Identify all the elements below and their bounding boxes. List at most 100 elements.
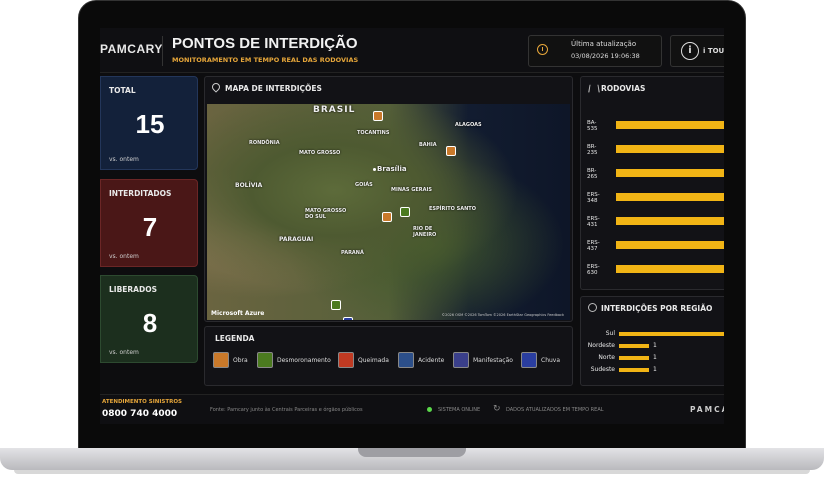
legend-label-desmoronamento: Desmoronamento [277, 357, 331, 364]
tour-button[interactable]: i i TOUR [670, 35, 724, 67]
card-liberados-label: LIBERADOS [109, 285, 157, 294]
map-label-paraguai: PARAGUAI [279, 236, 314, 243]
legend-title: LEGENDA [215, 334, 255, 343]
card-interditados: INTERDITADOS 7 vs. ontem [100, 179, 198, 267]
cone-icon [213, 352, 229, 368]
rodovia-label: ERS-431 [587, 216, 600, 228]
legend-label-acidente: Acidente [418, 357, 445, 364]
rodovia-label: ERS-630 [587, 264, 600, 276]
map-provider: Microsoft Azure [211, 310, 265, 317]
header-divider [162, 36, 163, 66]
last-update-label: Última atualização [571, 40, 637, 48]
card-liberados: LIBERADOS 8 vs. ontem [100, 275, 198, 363]
map-label-bolivia: BOLÍVIA [235, 182, 263, 189]
map-attribution[interactable]: ©2026 OSM ©2026 TomTom ©2026 EarthStar G… [442, 313, 564, 317]
rodovia-bar [616, 121, 724, 129]
data-source: Fonte: Pamcary junto às Centrais Parceir… [210, 407, 363, 413]
card-interditados-sub: vs. ontem [109, 253, 139, 260]
rodovia-bar [616, 217, 724, 225]
marker-obra-3[interactable] [382, 212, 392, 222]
last-update-box: Última atualização 03/08/2026 19:06:38 [528, 35, 662, 67]
refresh-icon: ↻ [493, 404, 501, 414]
page-subtitle: MONITORAMENTO EM TEMPO REAL DAS RODOVIAS [172, 56, 359, 64]
legend-label-manifestacao: Manifestação [473, 357, 513, 364]
legend-items: Obra Desmoronamento Queimada Acidente Ma… [213, 352, 573, 372]
realtime-status: DADOS ATUALIZADOS EM TEMPO REAL [506, 407, 604, 413]
regiao-bar-nordeste [619, 344, 649, 348]
clock-icon [537, 44, 548, 55]
legend-label-chuva: Chuva [541, 357, 561, 364]
marker-obra-1[interactable] [373, 111, 383, 121]
rodovia-bar [616, 265, 724, 273]
system-status: SISTEMA ONLINE [438, 407, 481, 413]
marker-chuva-1[interactable] [343, 317, 353, 320]
road-icon [588, 84, 600, 93]
map-label-bahia: BAHIA [419, 142, 437, 148]
legend-label-queimada: Queimada [358, 357, 389, 364]
map-label-rj: RIO DE JANEIRO [413, 226, 437, 238]
rodovia-label: ERS-348 [587, 192, 600, 204]
fire-icon [338, 352, 354, 368]
marker-desmoronamento-2[interactable] [331, 300, 341, 310]
rain-icon [521, 352, 537, 368]
map-label-rondonia: RONDÔNIA [249, 140, 280, 146]
map-view[interactable]: BRASIL TOCANTINS ALAGOAS RONDÔNIA MATO G… [207, 104, 570, 320]
rodovia-bar [616, 145, 724, 153]
map-label-brasil: BRASIL [313, 105, 356, 115]
regiao-bar-sul [619, 332, 724, 336]
map-title: MAPA DE INTERDIÇÕES [225, 84, 322, 93]
map-label-ms: MATO GROSSO DO SUL [305, 208, 347, 220]
card-liberados-value: 8 [142, 308, 158, 338]
regiao-bar-norte [619, 356, 649, 360]
rodovia-label: BA-535 [587, 120, 598, 132]
card-liberados-sub: vs. ontem [109, 349, 139, 356]
map-label-goias: GOIÁS [355, 182, 373, 188]
card-interditados-label: INTERDITADOS [109, 189, 172, 198]
last-update-value: 03/08/2026 19:06:38 [571, 52, 640, 60]
online-status-icon [427, 407, 432, 412]
location-pin-icon [210, 81, 222, 93]
globe-icon [588, 303, 597, 312]
laptop-shadow [14, 470, 810, 474]
header: PAMCARY PONTOS DE INTERDIÇÃO MONITORAMEN… [100, 28, 724, 73]
laptop-notch [358, 448, 466, 457]
regiao-value-norte: 1 [653, 354, 657, 361]
regioes-title: INTERDIÇÕES POR REGIÃO [601, 304, 713, 313]
rodovia-bar [616, 193, 724, 201]
map-label-parana: PARANÁ [341, 250, 364, 256]
landslide-icon [257, 352, 273, 368]
support-phone[interactable]: 0800 740 4000 [102, 409, 177, 419]
support-label: ATENDIMENTO SINISTROS [102, 399, 182, 405]
page-title: PONTOS DE INTERDIÇÃO [172, 35, 358, 52]
regiao-label-sudeste: Sudeste [590, 366, 615, 373]
footer: ATENDIMENTO SINISTROS 0800 740 4000 Font… [100, 394, 724, 424]
card-total-value: 15 [135, 109, 165, 139]
map-label-tocantins: TOCANTINS [357, 130, 390, 136]
map-label-brasilia: Brasília [377, 165, 407, 173]
legend-label-obra: Obra [233, 357, 248, 364]
logo: PAMCARY [100, 42, 163, 56]
rodovias-panel: RODOVIAS BA-535 BR-235 BR-265 ERS-348 ER… [580, 76, 724, 290]
protest-icon [453, 352, 469, 368]
accident-icon [398, 352, 414, 368]
rodovia-label: BR-265 [587, 168, 598, 180]
tour-label: i TOUR [703, 47, 724, 55]
regiao-value-sudeste: 1 [653, 366, 657, 373]
map-label-mato-grosso: MATO GROSSO [299, 150, 341, 156]
regiao-label-nordeste: Nordeste [587, 342, 615, 349]
regiao-value-nordeste: 1 [653, 342, 657, 349]
rodovia-label: BR-235 [587, 144, 598, 156]
regiao-bar-sudeste [619, 368, 649, 372]
marker-desmoronamento-1[interactable] [400, 207, 410, 217]
marker-obra-2[interactable] [446, 146, 456, 156]
dashboard-screen: PAMCARY PONTOS DE INTERDIÇÃO MONITORAMEN… [100, 28, 724, 424]
card-total-label: TOTAL [109, 86, 136, 95]
rodovias-title: RODOVIAS [601, 84, 646, 93]
rodovia-label: ERS-437 [587, 240, 600, 252]
footer-brand: PAMCA [690, 405, 724, 414]
map-label-minas-gerais: MINAS GERAIS [391, 187, 432, 193]
map-label-es: ESPÍRITO SANTO [429, 206, 476, 212]
card-interditados-value: 7 [142, 212, 158, 242]
regiao-label-norte: Norte [598, 354, 615, 361]
map-label-alagoas: ALAGOAS [455, 122, 482, 128]
